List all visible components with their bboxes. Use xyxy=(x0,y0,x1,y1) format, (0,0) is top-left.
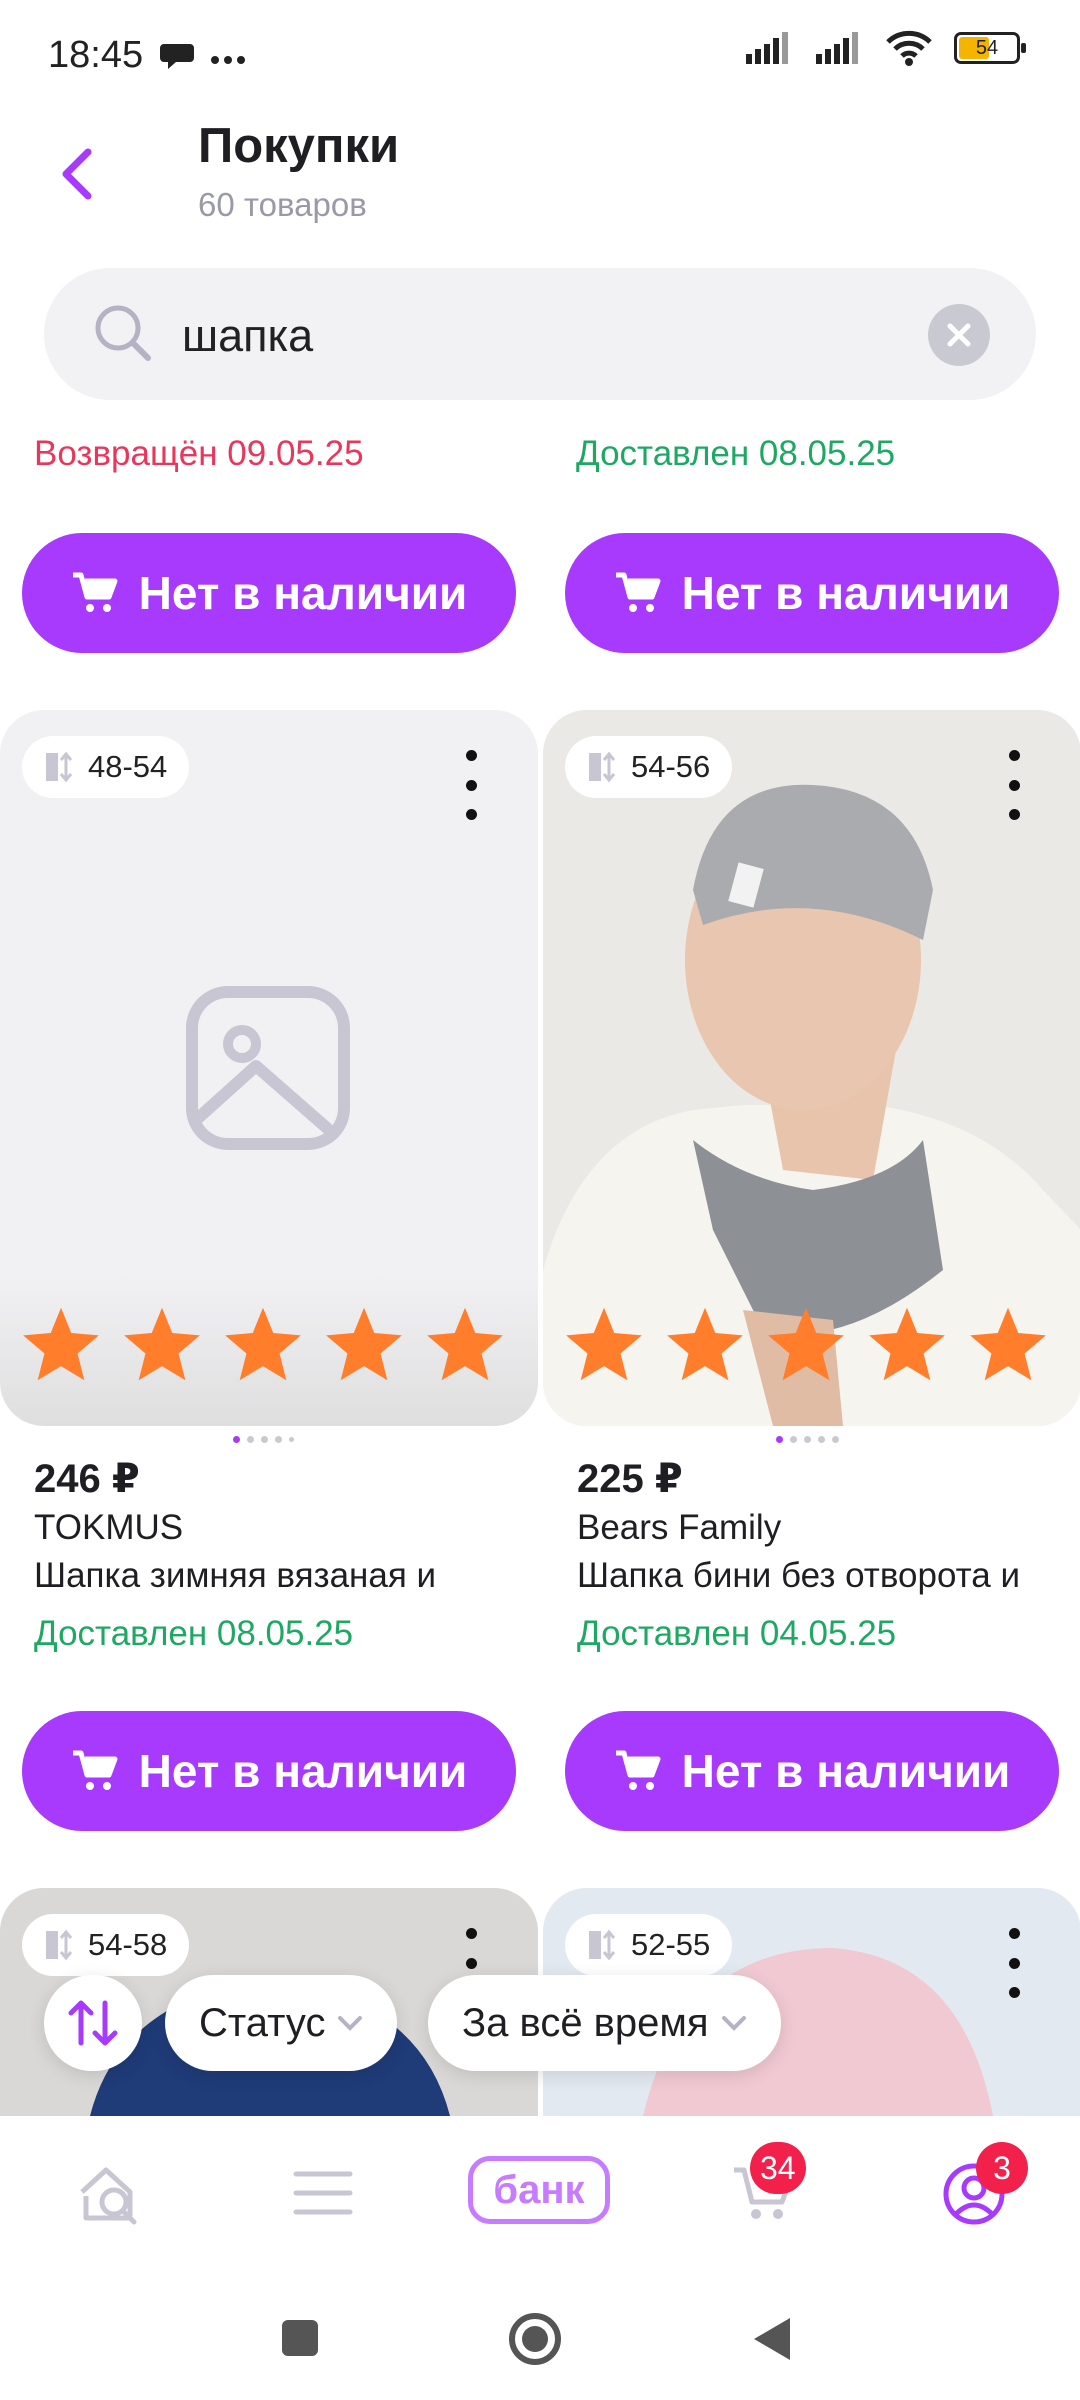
search-input[interactable]: шапка xyxy=(182,310,313,362)
size-value: 52-55 xyxy=(631,1927,711,1962)
battery-icon: 54 xyxy=(954,32,1026,64)
add-to-cart-button[interactable]: Нет в наличии xyxy=(565,1711,1059,1831)
recent-apps-button[interactable] xyxy=(280,2318,320,2363)
clear-search-button[interactable] xyxy=(928,304,990,366)
system-navigation-bar xyxy=(0,2286,1080,2400)
chevron-left-icon xyxy=(62,148,92,200)
close-icon xyxy=(947,323,971,347)
signal-icon-2 xyxy=(816,32,858,64)
product-name[interactable]: Шапка бини без отворота и xyxy=(577,1556,1080,1596)
period-filter-label: За всё время xyxy=(462,2000,709,2045)
bottom-navigation: банк 34 3 xyxy=(0,2116,1080,2286)
cart-badge: 34 xyxy=(750,2142,806,2194)
circle-icon xyxy=(509,2313,561,2365)
star-icon xyxy=(323,1304,405,1384)
star-icon xyxy=(967,1304,1049,1384)
add-to-cart-button[interactable]: Нет в наличии xyxy=(22,533,516,653)
size-icon xyxy=(589,751,616,783)
cart-icon xyxy=(72,572,118,612)
size-value: 54-56 xyxy=(631,749,711,784)
size-value: 54-58 xyxy=(88,1927,168,1962)
cart-icon xyxy=(72,1750,118,1790)
nav-bank[interactable]: банк xyxy=(468,2156,610,2224)
star-icon xyxy=(765,1304,847,1384)
size-icon xyxy=(589,1929,616,1961)
size-chip: 48-54 xyxy=(22,736,190,798)
more-menu-button[interactable] xyxy=(999,750,1029,820)
product-brand: TOKMUS xyxy=(34,1508,184,1547)
star-icon xyxy=(20,1304,102,1384)
rating-stars[interactable] xyxy=(563,1304,1049,1384)
cart-icon xyxy=(615,1750,661,1790)
nav-catalog[interactable] xyxy=(292,2168,354,2223)
size-icon xyxy=(46,751,73,783)
profile-badge: 3 xyxy=(976,2142,1028,2194)
battery-level: 54 xyxy=(975,37,999,59)
size-chip: 52-55 xyxy=(565,1914,733,1976)
status-icons: 54 xyxy=(746,30,1026,66)
add-to-cart-button[interactable]: Нет в наличии xyxy=(565,533,1059,653)
star-icon xyxy=(866,1304,948,1384)
image-pager-dots xyxy=(776,1436,839,1443)
back-nav-button[interactable] xyxy=(752,2316,792,2367)
product-card-image[interactable]: 48-54 xyxy=(0,710,538,1426)
page-title: Покупки xyxy=(198,119,400,173)
product-card-image[interactable]: 54-56 xyxy=(543,710,1080,1426)
items-count: 60 товаров xyxy=(198,186,367,223)
status-time: 18:45 xyxy=(48,34,144,76)
home-search-icon xyxy=(80,2167,137,2225)
button-label: Нет в наличии xyxy=(681,567,1011,619)
more-menu-button[interactable] xyxy=(456,750,486,820)
more-menu-button[interactable] xyxy=(999,1928,1029,1998)
sort-button[interactable] xyxy=(44,1975,142,2071)
size-value: 48-54 xyxy=(88,749,168,784)
status-filter[interactable]: Статус xyxy=(165,1975,398,2071)
home-button[interactable] xyxy=(508,2312,562,2371)
star-icon xyxy=(121,1304,203,1384)
rating-stars[interactable] xyxy=(20,1304,506,1384)
product-name[interactable]: Шапка зимняя вязаная и xyxy=(34,1556,539,1596)
signal-icon-1 xyxy=(746,32,788,64)
cart-icon xyxy=(615,572,661,612)
product-price: 246 ₽ xyxy=(34,1457,140,1501)
order-status-delivered: Доставлен 08.05.25 xyxy=(34,1614,354,1653)
square-icon xyxy=(282,2320,318,2356)
image-pager-dots xyxy=(233,1436,294,1443)
sort-arrows-icon xyxy=(68,2000,118,2046)
product-brand: Bears Family xyxy=(577,1508,782,1547)
button-label: Нет в наличии xyxy=(138,567,468,619)
add-to-cart-button[interactable]: Нет в наличии xyxy=(22,1711,516,1831)
wifi-icon xyxy=(886,30,932,66)
chevron-down-icon xyxy=(338,2016,363,2031)
button-label: Нет в наличии xyxy=(138,1745,468,1797)
period-filter[interactable]: За всё время xyxy=(428,1975,781,2071)
product-price: 225 ₽ xyxy=(577,1457,683,1501)
back-button[interactable] xyxy=(52,138,102,208)
button-label: Нет в наличии xyxy=(681,1745,1011,1797)
more-notifications-icon xyxy=(210,52,246,70)
size-chip: 54-58 xyxy=(22,1914,190,1976)
star-icon xyxy=(424,1304,506,1384)
chevron-down-icon xyxy=(721,2016,746,2031)
status-bar: 18:45 54 xyxy=(0,0,1080,115)
search-icon xyxy=(92,302,154,369)
star-icon xyxy=(222,1304,304,1384)
nav-home-search[interactable] xyxy=(76,2162,142,2231)
size-chip: 54-56 xyxy=(565,736,733,798)
chat-notification-icon xyxy=(160,40,196,77)
order-status-returned: Возвращён 09.05.25 xyxy=(34,434,364,473)
status-filter-label: Статус xyxy=(199,2000,326,2045)
order-status-delivered: Доставлен 08.05.25 xyxy=(576,434,896,473)
star-icon xyxy=(563,1304,645,1384)
bank-label: банк xyxy=(493,2167,585,2212)
star-icon xyxy=(664,1304,746,1384)
menu-icon xyxy=(293,2171,353,2215)
image-placeholder-icon xyxy=(186,986,350,1155)
order-status-delivered: Доставлен 04.05.25 xyxy=(577,1614,897,1653)
triangle-back-icon xyxy=(754,2318,790,2360)
size-icon xyxy=(46,1929,73,1961)
